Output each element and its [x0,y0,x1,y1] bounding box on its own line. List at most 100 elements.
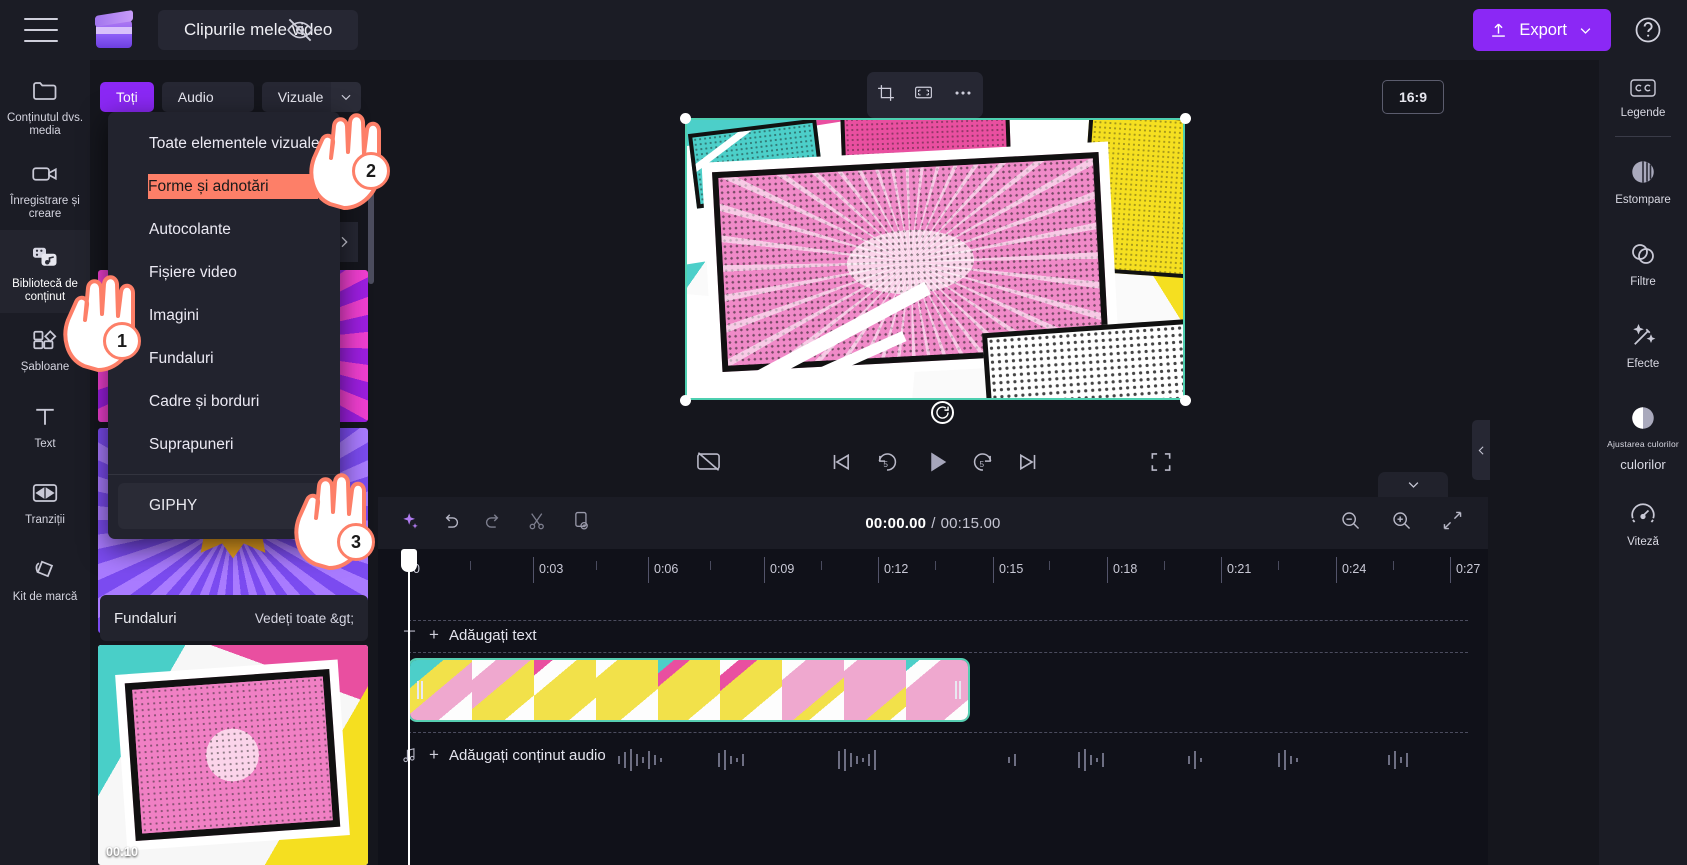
right-item-viteza[interactable]: Viteză [1599,483,1687,561]
sidebar-item-tranzitii[interactable]: Tranziții [0,460,90,537]
export-button[interactable]: Export [1473,9,1611,51]
right-label-estompare: Estompare [1615,194,1671,206]
right-item-estompare[interactable]: Estompare [1599,137,1687,219]
add-text-track[interactable]: + Adăugați text [400,625,537,645]
add-text-label: Adăugați text [448,626,537,644]
project-title[interactable]: Clipurile mele video [158,10,359,50]
current-time: 00:00.00 [865,514,927,532]
zoom-in-button[interactable] [1390,509,1413,537]
ruler-label-3: 0:09 [770,562,795,576]
more-horizontal-icon[interactable] [952,82,974,109]
preview-stage: 16:9 5 5 [378,60,1488,490]
stage-collapse-button[interactable] [1472,420,1490,480]
playhead[interactable] [401,549,417,865]
brand-kit-icon [35,560,54,577]
chevron-down-icon [1408,482,1418,488]
add-audio-plus: + [429,745,439,764]
annotation-badge-1: 1 [103,322,141,360]
right-item-efecte[interactable]: Efecte [1599,301,1687,383]
zoom-in-icon [1393,512,1411,530]
ruler-label-7: 0:21 [1227,562,1252,576]
right-sidebar: Legende Estompare Filtre Efecte Ajustare… [1599,60,1687,865]
sidebar-item-media[interactable]: Conținutul dvs. media [0,60,90,147]
fit-screen-icon[interactable] [913,82,934,108]
right-item-filtre[interactable]: Filtre [1599,219,1687,301]
resize-handle-tl[interactable] [680,113,691,124]
zoom-out-button[interactable] [1339,509,1362,537]
right-label-ajustarea: Ajustarea culorilor [1607,439,1679,449]
crop-icon[interactable] [876,83,896,108]
thumbnail-duration-2: 00:10 [106,845,138,859]
sidebar-item-inregistrare[interactable]: Înregistrare și creare [0,147,90,230]
svg-text:5: 5 [883,459,888,468]
timeline-time-display: 00:00.00 / 00:15.00 [378,497,1488,549]
rotate-icon[interactable] [931,401,954,424]
forward-5-icon[interactable]: 5 [970,449,996,480]
menu-item-cadre[interactable]: Cadre și borduri [108,380,340,423]
chevron-left-icon [1478,445,1484,455]
zoom-out-icon [1342,512,1360,530]
resize-handle-bl[interactable] [680,395,691,406]
sidebar-label-tranzitii: Tranziții [25,514,65,526]
help-icon[interactable] [1633,15,1663,45]
resize-handle-tr[interactable] [1180,113,1191,124]
section-header-fundaluri: Fundaluri Vedeți toate &gt; [100,595,368,641]
top-bar-right: Export [1473,0,1687,60]
timeline-collapse-button[interactable] [1378,472,1448,497]
audio-waveform [618,749,1408,771]
top-bar: Clipurile mele video Export [0,0,1687,60]
thumbnail-comic[interactable]: 00:10 [98,645,368,865]
sidebar-item-kit-marca[interactable]: Kit de marcă [0,537,90,614]
resize-handle-br[interactable] [1180,395,1191,406]
time-separator: / [931,514,936,532]
sidebar-label-kit-marca: Kit de marcă [12,590,78,603]
left-sidebar: Conținutul dvs. media Înregistrare și cr… [0,60,90,865]
player-controls: 5 5 [378,438,1488,490]
playhead-knob[interactable] [401,549,417,572]
rewind-5-icon[interactable]: 5 [874,449,900,480]
right-label-culorilor: culorilor [1620,457,1666,472]
play-button[interactable] [922,447,952,482]
video-preview[interactable] [685,118,1185,400]
timeline-toolbar: 00:00.00 / 00:15.00 [378,497,1488,549]
filter-chip-audio[interactable]: Audio [161,82,254,112]
contrast-icon [1632,407,1654,429]
timeline-ruler[interactable]: 0 0:03 0:06 0:09 0:12 0:15 0:18 0:21 0:2 [378,549,1488,589]
hamburger-icon[interactable] [24,18,58,42]
filter-chip-toti[interactable]: Toți [100,82,154,112]
svg-text:5: 5 [980,459,985,468]
sidebar-label-inregistrare: Înregistrare și creare [10,195,80,220]
fit-timeline-button[interactable] [1441,509,1464,537]
right-label-filtre: Filtre [1630,276,1656,288]
menu-item-forme[interactable]: Forme și adnotări [148,174,318,199]
right-item-legende[interactable]: Legende [1599,60,1687,132]
fullscreen-icon[interactable] [1148,449,1174,480]
sidebar-item-text[interactable]: Text [0,384,90,461]
skip-previous-icon[interactable] [828,449,854,480]
ruler-label-2: 0:06 [654,562,679,576]
fit-timeline-icon [1443,511,1462,530]
skip-next-icon[interactable] [1015,449,1041,480]
chevron-down-icon [1580,27,1591,34]
menu-item-autocolante[interactable]: Autocolante [108,208,340,251]
clip-handle-left[interactable] [412,660,428,720]
aspect-ratio-badge[interactable]: 16:9 [1382,80,1444,114]
folder-icon [33,82,57,100]
timeline-video-clip[interactable] [408,658,970,722]
right-label-legende: Legende [1620,107,1666,119]
pointer-hand-1 [63,275,135,372]
ruler-label-4: 0:12 [884,562,909,576]
transitions-icon [32,484,58,502]
eye-off-icon[interactable] [277,10,323,50]
right-item-ajustarea-culorilor[interactable]: Ajustarea culorilor culorilor [1599,383,1687,483]
ruler-label-9: 0:27 [1456,562,1481,576]
right-label-viteza: Viteză [1627,536,1659,548]
speed-icon [1631,503,1655,523]
clip-handle-right[interactable] [950,660,966,720]
captions-off-icon[interactable] [695,448,722,480]
see-all-link[interactable]: Vedeți toate &gt; [255,611,354,626]
preview-floating-toolbar [867,72,983,118]
export-label: Export [1519,20,1567,39]
ruler-label-1: 0:03 [539,562,564,576]
blur-icon [1632,161,1654,183]
